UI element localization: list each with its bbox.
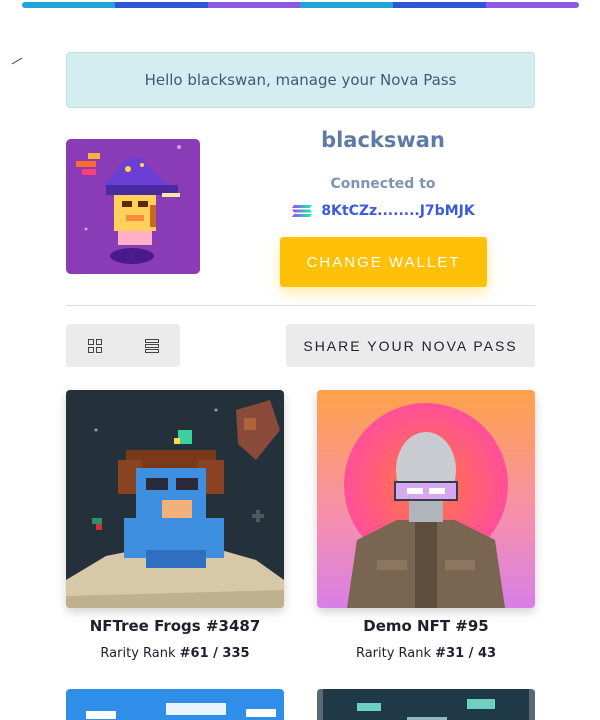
greeting-banner: Hello blackswan, manage your Nova Pass xyxy=(66,52,535,108)
connected-label: Connected to xyxy=(330,176,436,192)
rarity-rank-label: Rarity Rank xyxy=(355,646,432,661)
profile-username: blackswan xyxy=(321,128,445,152)
list-view-icon xyxy=(144,338,159,353)
nft-image-frog[interactable] xyxy=(66,390,284,608)
nft-image-sky[interactable] xyxy=(66,689,284,720)
profile-avatar xyxy=(66,139,200,274)
section-divider xyxy=(66,305,535,306)
wizard-avatar-image xyxy=(66,139,200,274)
rarity-rank-value: #61 / 335 xyxy=(179,646,250,661)
nft-card[interactable] xyxy=(66,689,284,720)
demo-nft-image xyxy=(317,390,535,608)
greeting-text: Hello blackswan, manage your Nova Pass xyxy=(144,71,457,89)
frog-nft-image xyxy=(66,390,284,608)
nft-name: NFTree Frogs #3487 xyxy=(89,617,261,635)
nft-name: Demo NFT #95 xyxy=(363,617,489,635)
sky-nft-image xyxy=(66,689,284,720)
corner-stroke xyxy=(11,57,23,65)
top-gradient-bar xyxy=(22,2,579,8)
rarity-rank-value: #31 / 43 xyxy=(435,646,497,661)
share-nova-pass-button[interactable]: SHARE YOUR NOVA PASS xyxy=(286,324,535,367)
nft-rarity-rank: Rarity Rank #61 / 335 xyxy=(66,646,284,661)
wallet-address: 8KtCZz........J7bMJK xyxy=(321,203,475,219)
nft-card[interactable]: Demo NFT #95 Rarity Rank #31 / 43 xyxy=(317,390,535,661)
solana-icon xyxy=(292,205,313,217)
grid-view-button[interactable] xyxy=(66,324,123,367)
change-wallet-button[interactable]: CHANGE WALLET xyxy=(280,237,487,287)
nft-rarity-rank: Rarity Rank #31 / 43 xyxy=(317,646,535,661)
view-toggle xyxy=(66,324,180,367)
list-view-button[interactable] xyxy=(123,324,180,367)
rarity-rank-label: Rarity Rank xyxy=(100,646,176,661)
teal-nft-image xyxy=(317,689,535,720)
grid-view-icon xyxy=(87,338,102,353)
nft-card[interactable] xyxy=(317,689,535,720)
nft-card[interactable]: NFTree Frogs #3487 Rarity Rank #61 / 335 xyxy=(66,390,284,661)
nft-image-demo[interactable] xyxy=(317,390,535,608)
nft-image-teal[interactable] xyxy=(317,689,535,720)
wallet-address-link[interactable]: 8KtCZz........J7bMJK xyxy=(283,200,483,222)
